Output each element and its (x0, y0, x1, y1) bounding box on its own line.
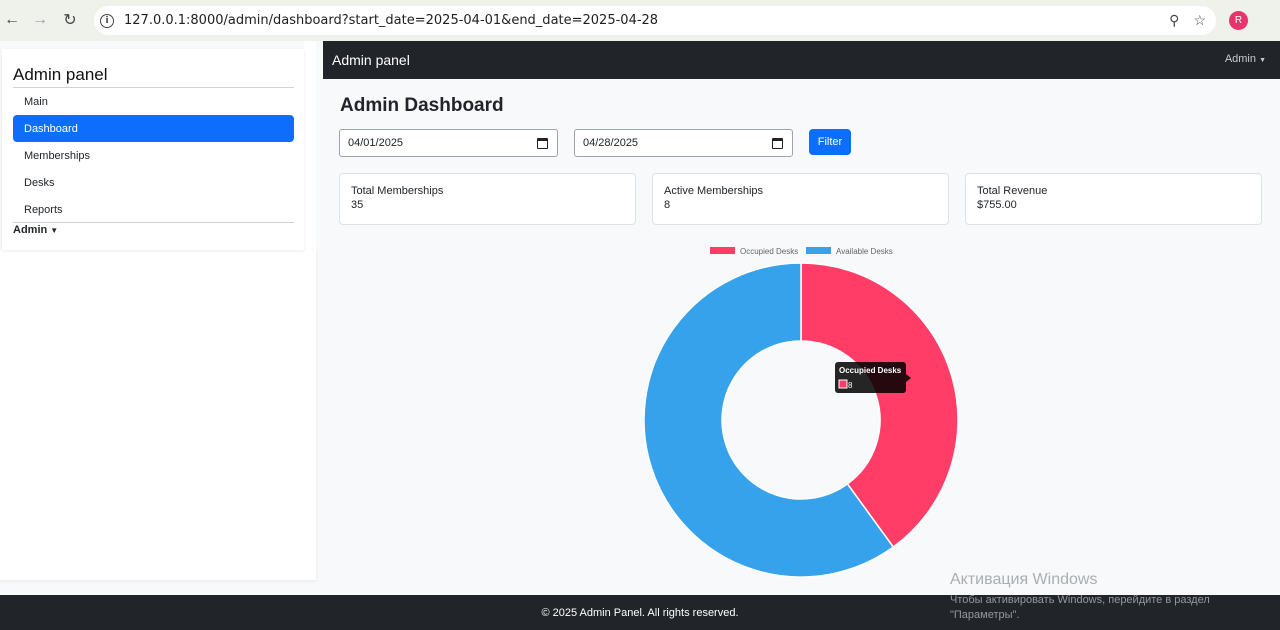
sidebar-admin-label: Admin (13, 224, 48, 236)
page-title: Admin Dashboard (340, 95, 504, 116)
legend-swatch[interactable] (806, 247, 831, 254)
stat-card-active-memberships: Active Memberships 8 (652, 173, 949, 225)
legend-swatch[interactable] (710, 247, 735, 254)
stat-label: Total Revenue (977, 185, 1048, 197)
filter-button[interactable]: Filter (809, 129, 851, 155)
desks-doughnut-chart[interactable]: Occupied Desks Available Desks Occupied De… (620, 240, 980, 585)
sidebar-item-memberships[interactable]: Memberships (13, 142, 294, 169)
sidebar-background (0, 250, 316, 580)
stat-label: Active Memberships (664, 185, 764, 197)
calendar-icon[interactable] (537, 138, 548, 149)
legend-label[interactable]: Available Desks (836, 247, 893, 256)
start-date-value: 04/01/2025 (348, 137, 404, 149)
back-icon[interactable]: ← (0, 5, 27, 35)
end-date-value: 04/28/2025 (583, 137, 639, 149)
stat-label: Total Memberships (351, 185, 444, 197)
sidebar-item-desks[interactable]: Desks (13, 169, 294, 196)
navbar-admin-label: Admin (1224, 53, 1256, 65)
windows-activation-line: "Параметры". (950, 609, 1020, 621)
url-text[interactable]: 127.0.0.1:8000/admin/dashboard?start_dat… (124, 13, 658, 28)
windows-activation-text: Чтобы активировать Windows, перейдите в … (950, 593, 1250, 623)
tooltip-value: 8 (848, 381, 853, 390)
tooltip-swatch (838, 379, 848, 389)
start-date-input[interactable]: 04/01/2025 (339, 129, 558, 157)
sidebar-title: Admin panel (13, 65, 108, 84)
sidebar-admin-dropdown[interactable]: Admin ▼ (13, 224, 58, 236)
stat-value: 35 (351, 199, 364, 211)
legend-label[interactable]: Occupied Desks (740, 247, 798, 256)
sidebar-divider (13, 222, 294, 223)
tooltip-title: Occupied Desks (839, 366, 902, 375)
end-date-input[interactable]: 04/28/2025 (574, 129, 793, 157)
chart-tooltip: Occupied Desks 8 (835, 362, 911, 393)
zoom-icon[interactable]: ⚲ (1169, 12, 1179, 29)
reload-icon[interactable]: ↻ (55, 5, 85, 35)
caret-down-icon: ▼ (1259, 57, 1266, 64)
site-info-icon[interactable]: i (100, 13, 114, 28)
sidebar-item-main[interactable]: Main (13, 88, 294, 115)
navbar-admin-dropdown[interactable]: Admin ▼ (1225, 53, 1266, 65)
profile-avatar[interactable]: R (1229, 11, 1248, 30)
calendar-icon[interactable] (772, 138, 783, 149)
top-navbar: Admin panel Admin ▼ (323, 41, 1280, 79)
stat-value: $755.00 (977, 199, 1017, 211)
windows-activation-line: Чтобы активировать Windows, перейдите в … (950, 594, 1210, 606)
sidebar-item-reports[interactable]: Reports (13, 196, 294, 223)
browser-toolbar: ← → ↻ i 127.0.0.1:8000/admin/dashboard?s… (0, 0, 1280, 41)
caret-down-icon: ▼ (50, 226, 59, 235)
navbar-brand[interactable]: Admin panel (332, 52, 410, 68)
forward-icon[interactable]: → (25, 5, 55, 35)
stat-value: 8 (664, 199, 671, 211)
stat-card-total-memberships: Total Memberships 35 (339, 173, 636, 225)
stat-card-total-revenue: Total Revenue $755.00 (965, 173, 1262, 225)
windows-activation-title: Активация Windows (950, 571, 1098, 588)
sidebar: Admin panel Main Dashboard Memberships D… (2, 49, 304, 250)
sidebar-item-dashboard[interactable]: Dashboard (13, 115, 294, 142)
bookmark-star-icon[interactable]: ☆ (1193, 12, 1206, 29)
address-bar[interactable]: i 127.0.0.1:8000/admin/dashboard?start_d… (94, 6, 1216, 35)
